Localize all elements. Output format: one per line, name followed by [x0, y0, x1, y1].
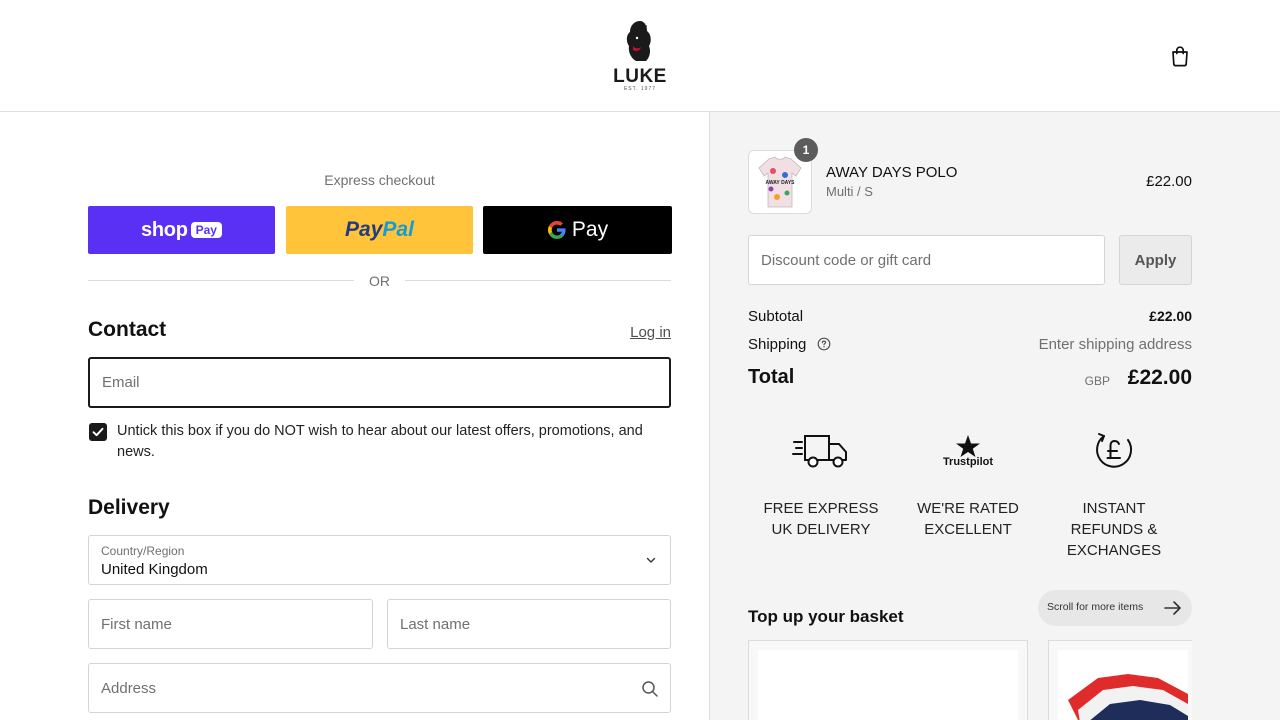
product-name: AWAY DAYS POLO: [826, 164, 958, 181]
site-header: LUKE EST. 1977: [0, 0, 1280, 112]
subtotal-value: £22.00: [1149, 308, 1192, 324]
cart-button[interactable]: [1168, 44, 1192, 68]
product-price: £22.00: [1146, 173, 1192, 190]
order-summary-column: AWAY DAYS 1 AWAY DAYS POLO Multi / S £22…: [710, 112, 1280, 720]
delivery-title: Delivery: [88, 496, 170, 519]
paypal-word-part1: Pay: [345, 218, 383, 241]
total-value: £22.00: [1127, 366, 1192, 389]
product-variant: Multi / S: [826, 184, 873, 199]
shop-pay-word: shop: [141, 218, 188, 241]
brand-logo[interactable]: LUKE EST. 1977: [610, 18, 670, 94]
feature-line-1: WE'RE RATED: [917, 500, 1019, 517]
upsell-product-image: [758, 650, 1018, 720]
country-label: Country/Region: [101, 544, 185, 558]
subtotal-label: Subtotal: [748, 308, 804, 325]
subtotal-row: Subtotal £22.00: [748, 308, 1192, 325]
help-icon[interactable]: [817, 337, 831, 351]
shop-pay-pill: Pay: [190, 222, 222, 238]
express-checkout-label: Express checkout: [324, 172, 435, 188]
carousel-fade: [1192, 632, 1280, 720]
top-up-basket-title: Top up your basket: [748, 607, 904, 626]
shop-pay-button[interactable]: shop Pay: [88, 206, 275, 254]
google-pay-word: Pay: [571, 218, 609, 241]
total-row: Total GBP £22.00: [748, 366, 1192, 389]
checkout-form-column: Express checkout shop Pay Pay Pal Pay OR …: [0, 112, 710, 720]
tshirt-image: [1068, 674, 1188, 720]
checkmark-icon: [92, 427, 104, 437]
shipping-value: Enter shipping address: [1038, 336, 1192, 353]
feature-line-1: INSTANT: [1082, 500, 1146, 517]
feature-line-2: EXCELLENT: [924, 521, 1012, 538]
search-icon: [642, 681, 658, 697]
feature-line-1: FREE EXPRESS: [763, 500, 879, 517]
brand-name: LUKE: [613, 66, 667, 87]
total-currency: GBP: [1084, 374, 1110, 388]
google-pay-button[interactable]: Pay: [483, 206, 672, 254]
discount-code-field[interactable]: [748, 235, 1105, 285]
shipping-label: Shipping: [748, 336, 807, 353]
total-label: Total: [748, 366, 795, 388]
address-field[interactable]: [88, 663, 671, 713]
delivery-truck-icon: [792, 435, 847, 468]
discount-code-input[interactable]: [749, 236, 1104, 284]
marketing-consent-text: Untick this box if you do NOT wish to he…: [117, 423, 643, 460]
scroll-more-items-button[interactable]: Scroll for more items: [1038, 590, 1192, 626]
log-in-link[interactable]: Log in: [610, 324, 671, 341]
shipping-row: Shipping Enter shipping address: [748, 336, 1192, 353]
arrow-right-icon: [1164, 601, 1181, 615]
or-divider: OR: [88, 272, 671, 290]
paypal-button[interactable]: Pay Pal: [286, 206, 473, 254]
country-select[interactable]: Country/Region United Kingdom: [88, 535, 671, 585]
upsell-product-card[interactable]: [1048, 640, 1198, 720]
trustpilot-star-icon: [956, 435, 980, 457]
or-text: OR: [369, 273, 390, 289]
feature-line-2: UK DELIVERY: [771, 521, 871, 538]
upsell-product-image: [1058, 650, 1188, 720]
lion-mascot-icon: [626, 21, 651, 61]
email-field[interactable]: [88, 357, 671, 408]
paypal-word-part2: Pal: [382, 218, 414, 241]
last-name-field[interactable]: [387, 599, 671, 649]
apply-discount-button[interactable]: Apply: [1119, 235, 1192, 285]
brand-est: EST. 1977: [623, 86, 657, 92]
first-name-field[interactable]: [88, 599, 373, 649]
feature-trustpilot-rating: Trustpilot WE'RE RATED EXCELLENT: [903, 428, 1033, 540]
quantity-badge: 1: [794, 138, 818, 162]
feature-line-3: EXCHANGES: [1066, 542, 1162, 559]
contact-title: Contact: [88, 318, 167, 341]
upsell-product-card[interactable]: [748, 640, 1028, 720]
last-name-input[interactable]: [388, 600, 670, 648]
pound-refund-icon: [1096, 433, 1133, 468]
first-name-input[interactable]: [89, 600, 372, 648]
feature-line-2: REFUNDS &: [1070, 521, 1158, 538]
address-input[interactable]: [89, 664, 670, 712]
divider-line-right: [405, 280, 671, 281]
country-value: United Kingdom: [101, 561, 208, 578]
feature-free-delivery: FREE EXPRESS UK DELIVERY: [756, 428, 886, 540]
scroll-more-label: Scroll for more items: [1047, 601, 1144, 613]
email-input[interactable]: [90, 359, 669, 406]
feature-instant-refunds: INSTANT REFUNDS & EXCHANGES: [1049, 428, 1179, 561]
chevron-down-icon: [646, 557, 656, 563]
shopping-bag-icon: [1172, 46, 1188, 67]
marketing-checkbox[interactable]: [89, 423, 107, 441]
google-g-icon: [547, 221, 566, 239]
trustpilot-wordmark: Trustpilot: [942, 456, 994, 468]
polo-print-text: AWAY DAYS: [766, 180, 796, 186]
